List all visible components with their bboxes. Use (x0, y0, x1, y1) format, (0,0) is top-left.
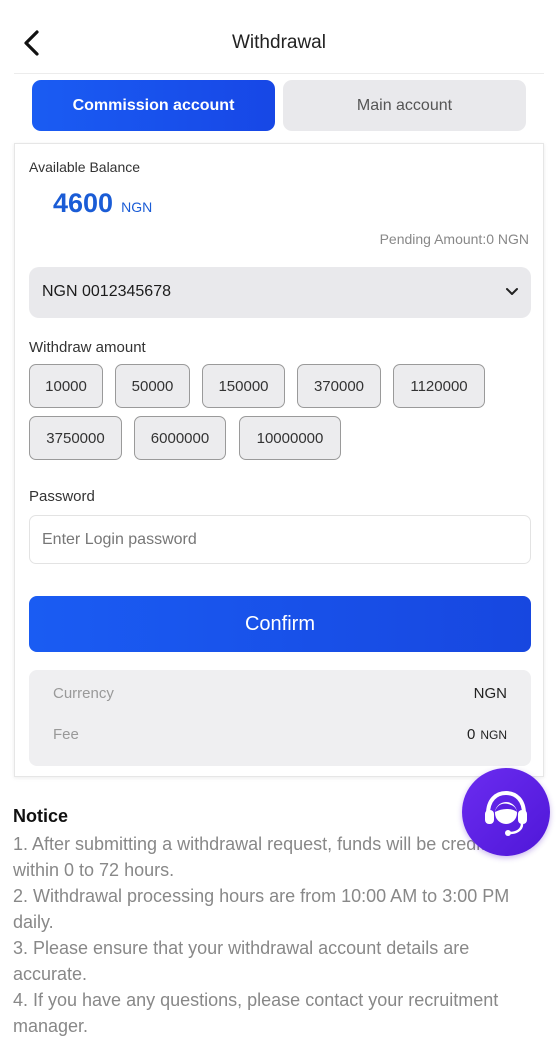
balance-value: 4600 (53, 188, 114, 218)
amount-option-6000000[interactable]: 6000000 (134, 416, 226, 460)
fee-value-group: 0 NGN (467, 726, 507, 743)
chevron-down-icon (506, 288, 518, 295)
password-input[interactable] (30, 516, 530, 563)
confirm-button[interactable]: Confirm (29, 596, 531, 652)
fee-row: Fee 0 NGN (53, 726, 507, 743)
withdraw-amount-label: Withdraw amount (29, 339, 146, 356)
available-balance-label: Available Balance (29, 159, 141, 175)
amount-option-10000000[interactable]: 10000000 (239, 416, 341, 460)
amount-option-3750000[interactable]: 3750000 (29, 416, 122, 460)
tab-main-account[interactable]: Main account (283, 80, 526, 131)
account-select-value: NGN 0012345678 (42, 283, 171, 300)
account-tabs: Commission account Main account (32, 80, 526, 131)
password-field (29, 515, 531, 564)
balance-amount: 4600 NGN (53, 188, 152, 219)
amount-option-10000[interactable]: 10000 (29, 364, 103, 408)
currency-value: NGN (473, 685, 507, 702)
currency-row: Currency NGN (53, 685, 507, 702)
withdrawal-card: Available Balance 4600 NGN Pending Amoun… (14, 143, 544, 777)
notice-item: 4. If you have any questions, please con… (13, 990, 499, 1036)
account-select[interactable]: NGN 0012345678 (29, 267, 531, 318)
header: Withdrawal (0, 0, 558, 74)
amount-option-370000[interactable]: 370000 (297, 364, 381, 408)
notice-section: Notice 1. After submitting a withdrawal … (13, 806, 548, 1039)
notice-item: 1. After submitting a withdrawal request… (13, 834, 506, 880)
header-divider (14, 73, 544, 74)
withdrawal-summary: Currency NGN Fee 0 NGN (29, 670, 531, 766)
pending-amount: Pending Amount:0 NGN (379, 231, 529, 247)
customer-service-button[interactable] (462, 768, 550, 856)
amount-option-50000[interactable]: 50000 (115, 364, 190, 408)
notice-item: 2. Withdrawal processing hours are from … (13, 886, 510, 932)
fee-value: 0 (466, 726, 476, 743)
amount-option-1120000[interactable]: 1120000 (393, 364, 485, 408)
amount-option-150000[interactable]: 150000 (202, 364, 285, 408)
fee-unit: NGN (480, 728, 507, 742)
currency-label: Currency (53, 685, 114, 702)
page-title: Withdrawal (232, 32, 326, 53)
balance-unit: NGN (121, 199, 153, 215)
fee-label: Fee (53, 726, 79, 743)
password-label: Password (29, 488, 95, 505)
customer-service-headset-icon (485, 790, 527, 836)
notice-item: 3. Please ensure that your withdrawal ac… (13, 938, 470, 984)
tab-commission-account[interactable]: Commission account (32, 80, 275, 131)
